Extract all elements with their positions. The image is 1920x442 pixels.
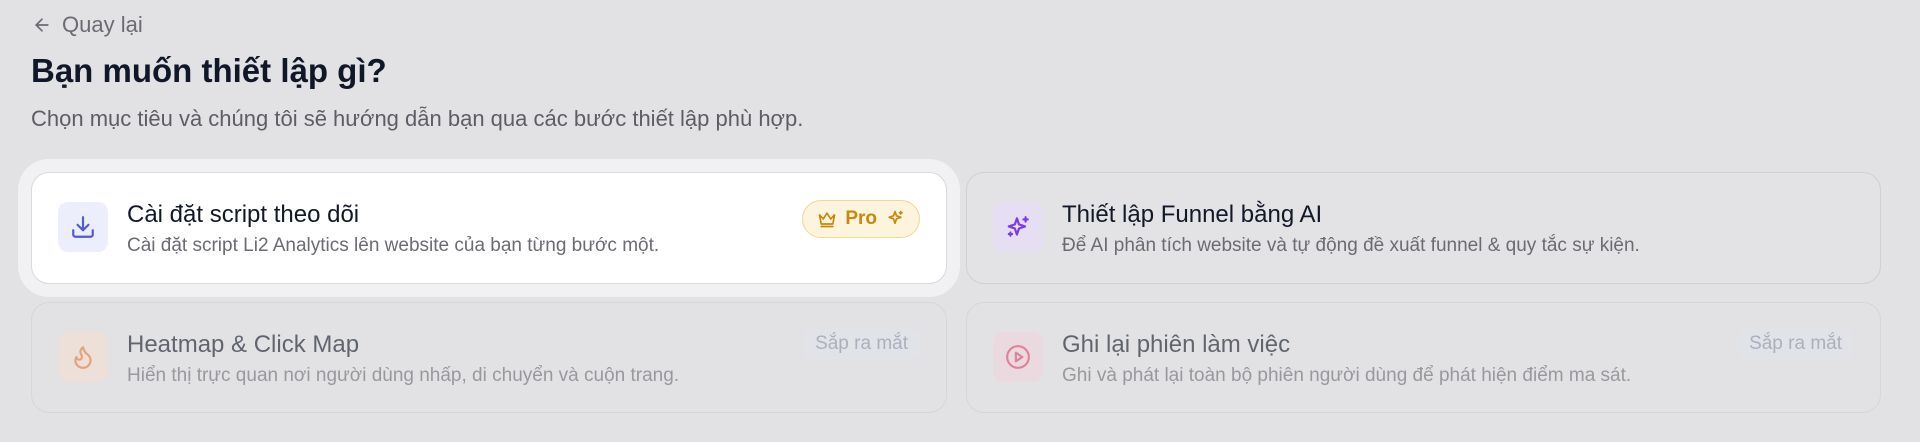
icon-container	[58, 332, 108, 382]
option-card-ai-funnel[interactable]: Thiết lập Funnel bằng AI Để AI phân tích…	[966, 172, 1881, 284]
option-title: Cài đặt script theo dõi	[127, 201, 360, 228]
option-card-session-recording: Ghi lại phiên làm việc Ghi và phát lại t…	[966, 302, 1881, 413]
pro-badge: Pro	[802, 200, 920, 238]
page-title: Bạn muốn thiết lập gì?	[31, 52, 387, 89]
flame-icon	[74, 346, 92, 369]
back-link[interactable]: Quay lại	[32, 12, 143, 38]
coming-soon-badge: Sắp ra mắt	[1737, 329, 1854, 359]
option-description: Ghi và phát lại toàn bộ phiên người dùng…	[1062, 365, 1632, 386]
page-subtitle: Chọn mục tiêu và chúng tôi sẽ hướng dẫn …	[31, 106, 804, 131]
option-title: Heatmap & Click Map	[127, 331, 360, 358]
option-description: Hiển thị trực quan nơi người dùng nhấp, …	[127, 365, 680, 386]
icon-container	[993, 202, 1043, 252]
option-card-install-script[interactable]: Cài đặt script theo dõi Cài đặt script L…	[31, 172, 947, 284]
coming-soon-badge: Sắp ra mắt	[803, 329, 920, 359]
sparkles-icon	[1007, 216, 1029, 237]
option-description: Cài đặt script Li2 Analytics lên website…	[127, 235, 660, 256]
play-circle-icon	[1006, 345, 1030, 369]
icon-container	[993, 332, 1043, 382]
download-icon	[72, 216, 94, 238]
option-description: Để AI phân tích website và tự động đề xu…	[1062, 235, 1640, 256]
crown-icon	[818, 212, 836, 228]
pro-badge-label: Pro	[845, 208, 877, 229]
sparkle-icon	[888, 210, 903, 224]
option-title: Thiết lập Funnel bằng AI	[1062, 201, 1323, 228]
option-title: Ghi lại phiên làm việc	[1062, 331, 1291, 358]
option-card-heatmap: Heatmap & Click Map Hiển thị trực quan n…	[31, 302, 947, 413]
back-label: Quay lại	[62, 12, 143, 37]
icon-container	[58, 202, 108, 252]
arrow-left-icon	[35, 18, 49, 32]
